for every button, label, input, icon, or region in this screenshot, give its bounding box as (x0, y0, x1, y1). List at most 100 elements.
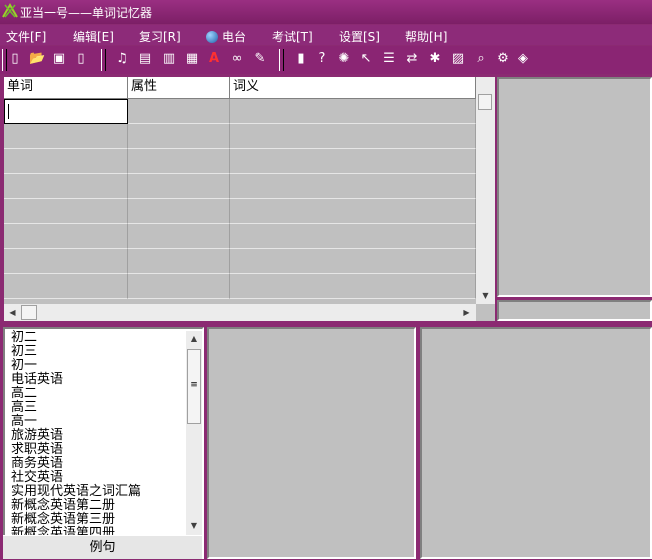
attribute-cell[interactable] (128, 274, 230, 299)
attribute-cell[interactable] (128, 149, 230, 174)
chart-icon[interactable]: ▨ (450, 51, 466, 67)
menu-file[interactable]: 文件[F] (6, 28, 46, 45)
attribute-cell[interactable] (128, 224, 230, 249)
list-item[interactable]: 旅游英语 (11, 429, 63, 443)
font-icon[interactable]: A (206, 51, 222, 67)
list-item[interactable]: 商务英语 (11, 457, 63, 471)
attribute-cell[interactable] (128, 124, 230, 149)
word-cell[interactable] (4, 199, 128, 224)
meaning-cell[interactable] (230, 174, 476, 199)
scroll-up-arrow-icon[interactable]: ▲ (187, 332, 201, 346)
table-row[interactable] (4, 199, 476, 224)
column-header-meaning[interactable]: 词义 (230, 77, 476, 99)
export-icon[interactable]: ▥ (161, 51, 177, 67)
picture-caption-bar (497, 300, 652, 321)
grid-vertical-scrollbar[interactable]: ▼ (476, 77, 495, 304)
attribute-cell[interactable] (128, 174, 230, 199)
word-cell[interactable] (4, 224, 128, 249)
scroll-left-arrow-icon[interactable]: ◀ (6, 306, 19, 319)
menu-help[interactable]: 帮助[H] (405, 28, 447, 45)
grid-horizontal-scrollbar[interactable]: ◀ ▶ (4, 304, 476, 321)
meaning-cell[interactable] (230, 124, 476, 149)
import-icon[interactable]: ▤ (137, 51, 153, 67)
menu-edit[interactable]: 编辑[E] (73, 28, 114, 45)
list-item[interactable]: 新概念英语第二册 (11, 499, 115, 513)
example-sentence-button[interactable]: 例句 (3, 535, 202, 559)
meaning-cell[interactable] (230, 199, 476, 224)
book-icon[interactable]: ▮ (293, 51, 309, 67)
save-icon[interactable]: ▣ (51, 51, 67, 67)
table-row[interactable] (4, 174, 476, 199)
column-header-word[interactable]: 单词 (4, 77, 128, 99)
table-row[interactable] (4, 274, 476, 299)
list-item[interactable]: 初一 (11, 359, 37, 373)
menu-radio-label: 电台 (222, 30, 247, 44)
meaning-cell[interactable] (230, 149, 476, 174)
attribute-cell[interactable] (128, 99, 230, 124)
eraser-icon[interactable]: ◈ (515, 51, 531, 67)
list-item[interactable]: 高二 (11, 387, 37, 401)
list-vertical-scrollbar[interactable]: ▲ ≡ ▼ (186, 331, 202, 535)
grid-header: 单词 属性 词义 (4, 77, 476, 99)
list-item[interactable]: 初三 (11, 345, 37, 359)
menu-radio[interactable]: 电台 (206, 28, 246, 45)
toolbar-grip[interactable] (279, 49, 284, 71)
list-item[interactable]: 求职英语 (11, 443, 63, 457)
table-row[interactable] (4, 124, 476, 149)
list-icon[interactable]: ☰ (381, 51, 397, 67)
word-cell[interactable] (4, 99, 128, 124)
list-item[interactable]: 高一 (11, 415, 37, 429)
help-icon[interactable]: ? (314, 51, 330, 67)
options-icon[interactable]: ✺ (336, 51, 352, 67)
meaning-cell[interactable] (230, 249, 476, 274)
new-icon[interactable]: ▯ (7, 51, 23, 67)
open-icon[interactable]: 📂 (29, 51, 45, 67)
picture-icon[interactable]: ▦ (184, 51, 200, 67)
translate-icon[interactable]: ⇄ (404, 51, 420, 67)
attribute-cell[interactable] (128, 249, 230, 274)
list-item[interactable]: 实用现代英语之词汇篇 (11, 485, 141, 499)
speaker-icon[interactable]: ♫ (114, 51, 130, 67)
find-icon[interactable]: ∞ (229, 51, 245, 67)
list-item[interactable]: 初二 (11, 331, 37, 345)
meaning-cell[interactable] (230, 99, 476, 124)
list-item[interactable]: 电话英语 (11, 373, 63, 387)
picture-panel (497, 77, 652, 297)
list-item[interactable]: 社交英语 (11, 471, 63, 485)
menu-exam[interactable]: 考试[T] (272, 28, 313, 45)
word-cell[interactable] (4, 149, 128, 174)
pointer-help-icon[interactable]: ↖ (358, 51, 374, 67)
column-header-attribute[interactable]: 属性 (128, 77, 230, 99)
table-row[interactable] (4, 249, 476, 274)
settings-icon[interactable]: ⚙ (495, 51, 511, 67)
table-row[interactable] (4, 99, 476, 124)
word-grid: 单词 属性 词义 ▼ ◀ ▶ (4, 77, 495, 321)
meaning-cell[interactable] (230, 274, 476, 299)
toolbar-grip[interactable] (101, 49, 106, 71)
table-row[interactable] (4, 224, 476, 249)
scroll-thumb[interactable] (478, 94, 492, 110)
attribute-cell[interactable] (128, 199, 230, 224)
globe-icon (206, 31, 218, 43)
meaning-cell[interactable] (230, 224, 476, 249)
page-icon[interactable]: ▯ (73, 51, 89, 67)
scroll-thumb[interactable]: ≡ (187, 349, 201, 424)
zoom-icon[interactable]: ⌕ (473, 51, 489, 67)
scroll-down-arrow-icon[interactable]: ▼ (187, 519, 201, 533)
word-cell[interactable] (4, 124, 128, 149)
table-row[interactable] (4, 149, 476, 174)
word-cell[interactable] (4, 274, 128, 299)
menu-settings[interactable]: 设置[S] (339, 28, 380, 45)
list-item[interactable]: 新概念英语第三册 (11, 513, 115, 527)
word-cell[interactable] (4, 174, 128, 199)
example-panel (420, 327, 652, 559)
word-cell[interactable] (4, 249, 128, 274)
recorder-icon[interactable]: ✱ (427, 51, 443, 67)
scroll-right-arrow-icon[interactable]: ▶ (460, 306, 473, 319)
scroll-down-arrow-icon[interactable]: ▼ (479, 289, 492, 302)
list-item[interactable]: 高三 (11, 401, 37, 415)
title-bar: 亚当一号——单词记忆器 (0, 0, 652, 24)
replace-icon[interactable]: ✎ (252, 51, 268, 67)
menu-review[interactable]: 复习[R] (139, 28, 181, 45)
scroll-thumb[interactable] (21, 305, 37, 320)
